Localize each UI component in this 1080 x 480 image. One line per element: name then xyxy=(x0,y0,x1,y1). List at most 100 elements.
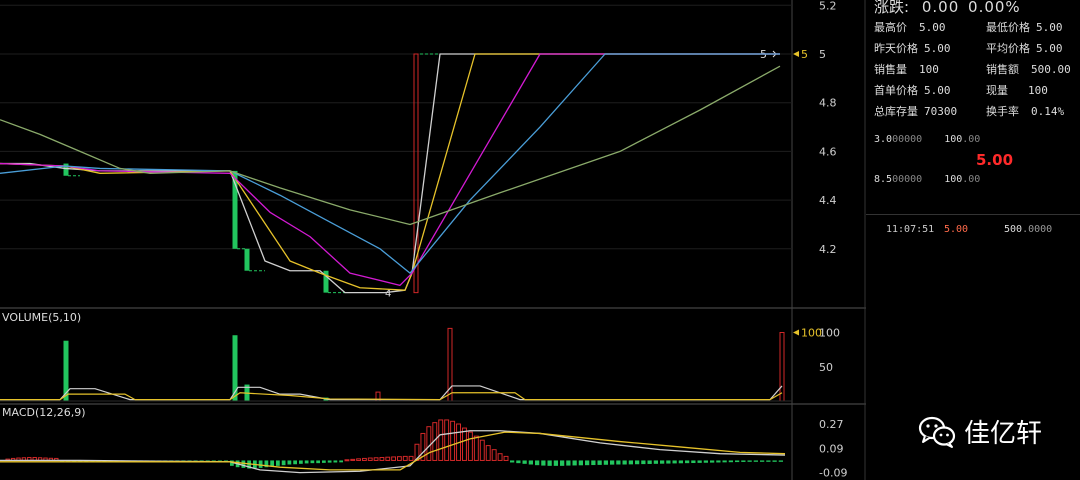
macd-histogram-bar-down xyxy=(741,460,746,462)
macd-histogram-bar-down xyxy=(333,460,338,463)
macd-histogram-bar-up xyxy=(344,459,350,462)
macd-histogram-bar-down xyxy=(716,460,721,463)
change-value: 0.00 xyxy=(921,0,960,16)
price-y-tick: 4.6 xyxy=(819,145,837,158)
price-candle-down xyxy=(244,248,250,271)
macd-histogram-bar-down xyxy=(560,460,565,466)
macd-histogram-bar-up xyxy=(485,445,491,461)
macd-histogram-bar-down xyxy=(641,460,646,465)
macd-histogram-bar-down xyxy=(616,460,621,465)
macd-line-white xyxy=(0,430,786,474)
macd-histogram-bar-down xyxy=(258,460,263,468)
volume-bar-up xyxy=(779,332,785,402)
macd-histogram-bar-down xyxy=(541,460,546,466)
change-percent: 0.00% xyxy=(968,0,1021,16)
macd-histogram-bar-down xyxy=(310,460,315,464)
macd-histogram-bar-down xyxy=(299,460,303,464)
macd-histogram-bar-down xyxy=(535,460,540,466)
macd-histogram-bar-down xyxy=(766,460,771,462)
volume-ma-line-white xyxy=(0,385,783,401)
stat-prev-close: 昨天价格 5.00 xyxy=(874,42,951,55)
macd-histogram-bar-down xyxy=(635,460,640,465)
macd-histogram-bar-up xyxy=(450,420,456,461)
price-ma-line-yellow xyxy=(0,53,780,291)
price-y-tick: 4.2 xyxy=(819,243,837,256)
macd-histogram-bar-up xyxy=(362,457,367,461)
macd-y-tick: -0.09 xyxy=(819,467,847,480)
price-y-tick: 5.2 xyxy=(819,0,837,12)
macd-histogram-bar-up xyxy=(391,456,396,461)
macd-histogram-bar-up xyxy=(373,457,379,461)
macd-histogram-bar-up xyxy=(397,456,402,461)
macd-histogram-bar-down xyxy=(516,460,521,464)
macd-histogram-bar-down xyxy=(287,460,292,465)
macd-histogram-bar-up xyxy=(379,456,385,461)
macd-histogram-bar-down xyxy=(578,460,583,466)
macd-histogram-bar-down xyxy=(281,460,286,466)
macd-histogram-bar-down xyxy=(728,460,733,463)
order-book-last-price: 5.00 xyxy=(976,151,1014,169)
macd-histogram-bar-down xyxy=(339,460,343,463)
volume-panel-label: VOLUME(5,10) xyxy=(2,311,82,324)
trade-divider xyxy=(866,214,1080,215)
macd-histogram-bar-up xyxy=(462,427,467,461)
macd-histogram-bar-down xyxy=(697,460,702,463)
macd-histogram-bar-down xyxy=(710,460,715,463)
macd-histogram-bar-up xyxy=(438,419,444,461)
macd-histogram-bar-down xyxy=(772,460,777,462)
macd-histogram-bar-down xyxy=(760,460,765,462)
stat-open: 首单价格 5.00 xyxy=(874,84,951,97)
macd-histogram-bar-down xyxy=(603,460,608,465)
price-current-marker-arrow xyxy=(793,51,799,57)
watermark: 佳亿轩 xyxy=(918,413,1042,450)
watermark-text: 佳亿轩 xyxy=(964,419,1043,449)
macd-histogram-bar-down xyxy=(722,460,727,463)
macd-histogram-bar-up xyxy=(402,455,408,461)
trade-time: 11:07:51 xyxy=(886,224,935,235)
macd-histogram-bar-down xyxy=(591,460,596,466)
stock-chart[interactable]: 5.254.84.64.44.25 54100501000.270.09-0.09 xyxy=(0,0,866,480)
macd-histogram-bar-down xyxy=(703,460,708,463)
macd-histogram-bar-down xyxy=(735,460,740,463)
change-label: 涨跌: xyxy=(874,0,910,16)
macd-histogram-bar-down xyxy=(327,460,332,463)
stat-low: 最低价格 5.00 xyxy=(986,21,1063,34)
macd-histogram-bar-up xyxy=(367,457,373,461)
stat-total-stock: 总库存量 70300 xyxy=(874,105,958,118)
price-ma-line-green xyxy=(0,65,781,226)
macd-histogram-bar-down xyxy=(585,460,590,466)
stat-turnover-rate: 换手率 0.14% xyxy=(986,105,1065,118)
macd-histogram-bar-down xyxy=(685,460,690,464)
macd-histogram-bar-down xyxy=(647,460,652,464)
macd-histogram-bar-up xyxy=(408,455,414,461)
macd-histogram-bar-down xyxy=(610,460,615,465)
macd-histogram-bar-up xyxy=(426,426,432,461)
price-ma-line-magenta xyxy=(0,53,780,286)
stat-avg-price: 平均价格 5.00 xyxy=(986,42,1063,55)
stat-current-volume: 现量 100 xyxy=(986,84,1048,97)
macd-histogram-bar-up xyxy=(356,458,361,461)
macd-y-tick: 0.27 xyxy=(819,418,844,431)
change-header: 涨跌: 0.00 0.00% xyxy=(874,0,1021,17)
macd-histogram-bar-up xyxy=(497,453,503,461)
macd-histogram-bar-down xyxy=(316,460,320,464)
macd-histogram-bar-up xyxy=(491,449,497,461)
macd-histogram-bar-down xyxy=(553,460,558,466)
macd-histogram-bar-up xyxy=(473,435,479,461)
macd-line-yellow xyxy=(0,431,786,471)
wechat-icon xyxy=(918,416,956,448)
macd-histogram-bar-down xyxy=(622,460,627,465)
macd-histogram-bar-down xyxy=(747,460,752,462)
macd-histogram-bar-down xyxy=(672,460,677,464)
order-book-ask: 3.000000 100.00 xyxy=(874,134,981,145)
price-ma-line-blue xyxy=(0,53,780,274)
macd-histogram-bar-down xyxy=(678,460,683,464)
stat-volume: 销售量 100 xyxy=(874,63,939,76)
trade-amount: 500.0000 xyxy=(1004,224,1053,235)
macd-histogram-bar-down xyxy=(241,460,246,468)
macd-histogram-bar-down xyxy=(566,460,571,466)
macd-histogram-bar-down xyxy=(304,460,309,464)
macd-histogram-bar-down xyxy=(778,460,783,462)
trade-price: 5.00 xyxy=(944,224,969,235)
macd-histogram-bar-down xyxy=(653,460,658,464)
